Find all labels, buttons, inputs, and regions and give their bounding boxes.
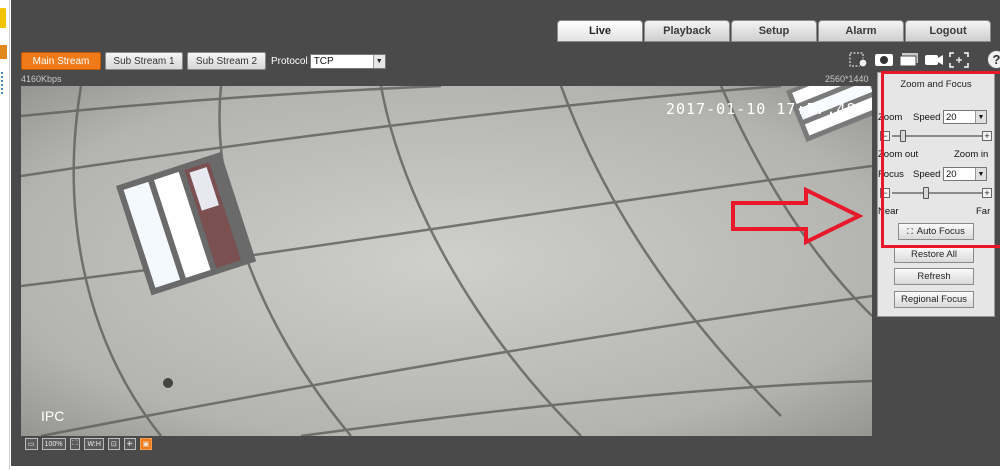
far-label: Far [976, 206, 991, 217]
focus-slider-handle[interactable] [923, 187, 930, 199]
zoom-region-icon[interactable] [848, 51, 870, 69]
protocol-select[interactable]: TCP ▼ [309, 53, 386, 69]
chevron-down-icon: ▼ [372, 54, 385, 68]
auto-focus-button[interactable]: ⛶ Auto Focus [898, 223, 974, 240]
tab-setup[interactable]: Setup [731, 20, 817, 42]
stream-bar: Main Stream Sub Stream 1 Sub Stream 2 Pr… [21, 52, 386, 70]
focus-frame-icon: ⛶ [907, 226, 913, 236]
aspect-ratio-button[interactable]: W:H [84, 438, 104, 450]
camera-image [21, 86, 872, 436]
tab-alarm[interactable]: Alarm [818, 20, 904, 42]
fluency-icon[interactable]: ▣ [139, 438, 153, 450]
bitrate-readout: 4160Kbps [21, 74, 62, 84]
video-bottom-toolbar: ▭ 100% ⛶ W:H ⊡ ⁜ ▣ [25, 438, 156, 450]
original-size-icon[interactable]: ▭ [25, 438, 38, 450]
left-sidebar-strip [0, 0, 10, 470]
triple-snapshot-icon[interactable] [898, 51, 920, 69]
zoom-label: Zoom [878, 112, 903, 123]
sidebar-marker-orange[interactable] [0, 45, 7, 59]
near-label: Near [878, 206, 899, 217]
chevron-down-icon: ▼ [975, 111, 986, 123]
focus-far-button[interactable]: + [982, 188, 992, 198]
zoom-in-label: Zoom in [954, 149, 989, 160]
sub-stream-1-button[interactable]: Sub Stream 1 [105, 52, 183, 70]
resolution-readout: 2560*1440 [825, 74, 869, 84]
zoom-out-label: Zoom out [878, 149, 919, 160]
focus-speed-select[interactable]: 20 ▼ [943, 167, 987, 181]
chevron-down-icon: ▼ [975, 168, 986, 180]
restore-all-button[interactable]: Restore All [894, 246, 974, 263]
fit-window-icon[interactable]: ⛶ [69, 438, 81, 450]
protocol-value: TCP [313, 55, 334, 67]
tab-live[interactable]: Live [557, 20, 643, 42]
snapshot-icon[interactable] [873, 51, 895, 69]
osd-timestamp: 2017-01-10 17:57:48 [666, 100, 857, 118]
zoom-speed-label: Speed [913, 112, 941, 123]
zoom-slider-handle[interactable] [899, 130, 906, 142]
focus-slider-track[interactable] [892, 192, 982, 194]
regional-focus-button[interactable]: Regional Focus [894, 291, 974, 308]
sidebar-marker-yellow[interactable] [0, 8, 6, 28]
zoom-focus-panel: Zoom and Focus Zoom Speed 20 ▼ − + Zoom … [877, 72, 995, 317]
tab-playback[interactable]: Playback [644, 20, 730, 42]
zoom-speed-select[interactable]: 20 ▼ [943, 110, 987, 124]
zoom-in-button[interactable]: + [982, 131, 992, 141]
digital-zoom-icon[interactable]: ⊡ [107, 438, 120, 450]
auto-focus-label: Auto Focus [916, 226, 965, 237]
main-stream-button[interactable]: Main Stream [21, 52, 101, 70]
tab-logout[interactable]: Logout [905, 20, 991, 42]
protocol-label: Protocol [271, 55, 308, 67]
web-client-app: Live Playback Setup Alarm Logout Main St… [11, 0, 1000, 466]
panel-title: Zoom and Focus [900, 79, 972, 90]
video-toolbar [848, 51, 973, 69]
focus-near-button[interactable]: − [880, 188, 890, 198]
help-icon[interactable]: ? [987, 50, 1000, 69]
focus-speed-label: Speed [913, 169, 941, 180]
record-icon[interactable] [923, 51, 945, 69]
live-video-view[interactable]: 2017-01-10 17:57:48 IPC [21, 86, 872, 436]
osd-channel-name: IPC [41, 408, 65, 424]
page: Live Playback Setup Alarm Logout Main St… [0, 0, 1000, 470]
fullscreen-icon[interactable] [948, 51, 970, 69]
sub-stream-2-button[interactable]: Sub Stream 2 [187, 52, 266, 70]
ptz-icon[interactable]: ⁜ [123, 438, 136, 450]
refresh-button[interactable]: Refresh [894, 268, 974, 285]
top-nav-tabs: Live Playback Setup Alarm Logout [557, 20, 992, 42]
focus-speed-value: 20 [946, 168, 957, 180]
focus-label: Focus [878, 169, 904, 180]
zoom-out-button[interactable]: − [880, 131, 890, 141]
scale-100-button[interactable]: 100% [41, 438, 66, 450]
zoom-speed-value: 20 [946, 111, 957, 123]
sidebar-marker-dotted [1, 72, 5, 94]
